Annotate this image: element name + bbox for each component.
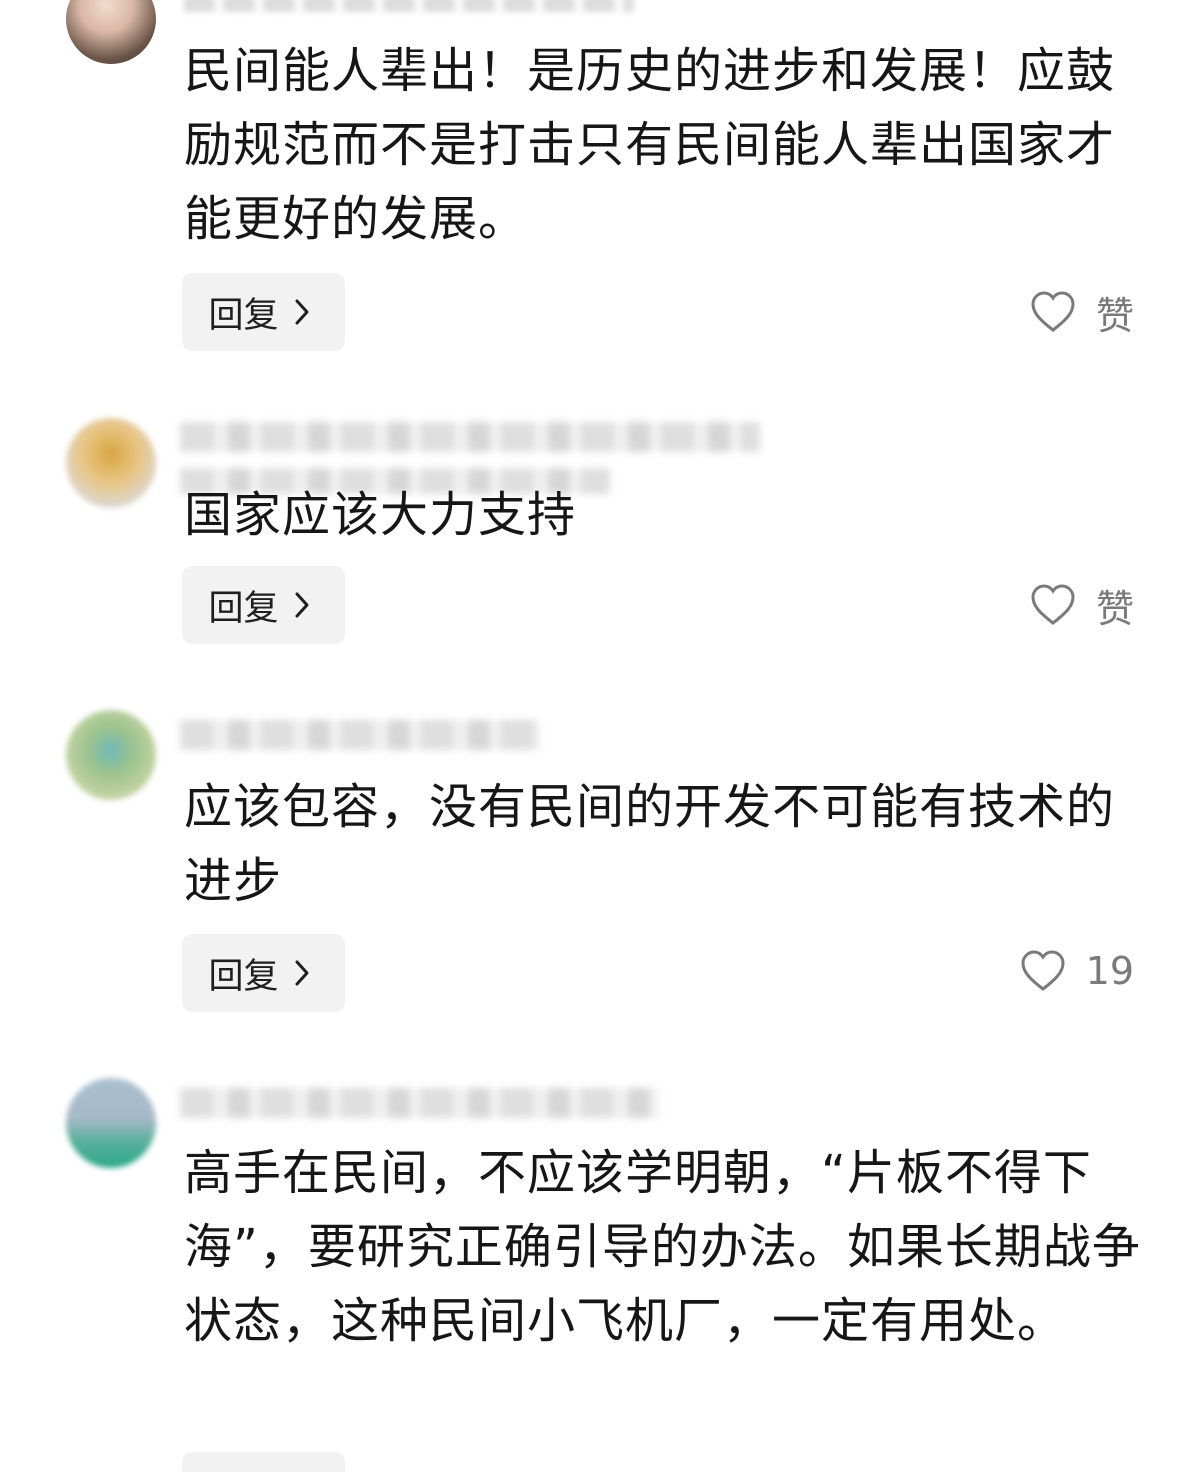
- reply-button[interactable]: 回复: [182, 566, 345, 644]
- comment-text: 应该包容，没有民间的开发不可能有技术的进步: [184, 779, 1116, 909]
- like-label: 赞: [1095, 293, 1134, 338]
- username-blurred[interactable]: [180, 720, 540, 750]
- comment-text: 高手在民间，不应该学明朝，“片板不得下海”，要研究正确引导的办法。如果长期战争状…: [184, 1145, 1141, 1349]
- avatar[interactable]: [66, 1078, 156, 1168]
- chevron-right-icon: [285, 956, 319, 990]
- avatar[interactable]: [66, 0, 156, 64]
- like-button[interactable]: 19: [1020, 941, 1134, 1001]
- like-count: 19: [1085, 949, 1134, 993]
- reply-label: 回复: [208, 295, 279, 336]
- heart-outline-icon: [1030, 583, 1076, 627]
- username-blurred[interactable]: [180, 422, 760, 452]
- comment-text: 民间能人辈出！是历史的进步和发展！应鼓励规范而不是打击只有民间能人辈出国家才能更…: [184, 43, 1116, 247]
- avatar[interactable]: [66, 418, 156, 508]
- heart-outline-icon: [1020, 949, 1066, 993]
- comment-text: 国家应该大力支持: [184, 487, 577, 543]
- avatar[interactable]: [66, 710, 156, 800]
- reply-button[interactable]: [182, 1452, 345, 1472]
- chevron-right-icon: [285, 588, 319, 622]
- reply-button[interactable]: 回复: [182, 273, 345, 351]
- like-button[interactable]: 赞: [1030, 575, 1134, 635]
- like-button[interactable]: 赞: [1030, 282, 1134, 342]
- username-blurred[interactable]: [184, 0, 634, 12]
- chevron-right-icon: [285, 295, 319, 329]
- heart-outline-icon: [1030, 290, 1076, 334]
- like-label: 赞: [1095, 586, 1134, 631]
- username-blurred[interactable]: [180, 1088, 660, 1118]
- reply-label: 回复: [208, 588, 279, 629]
- reply-button[interactable]: 回复: [182, 934, 345, 1012]
- reply-label: 回复: [208, 956, 279, 997]
